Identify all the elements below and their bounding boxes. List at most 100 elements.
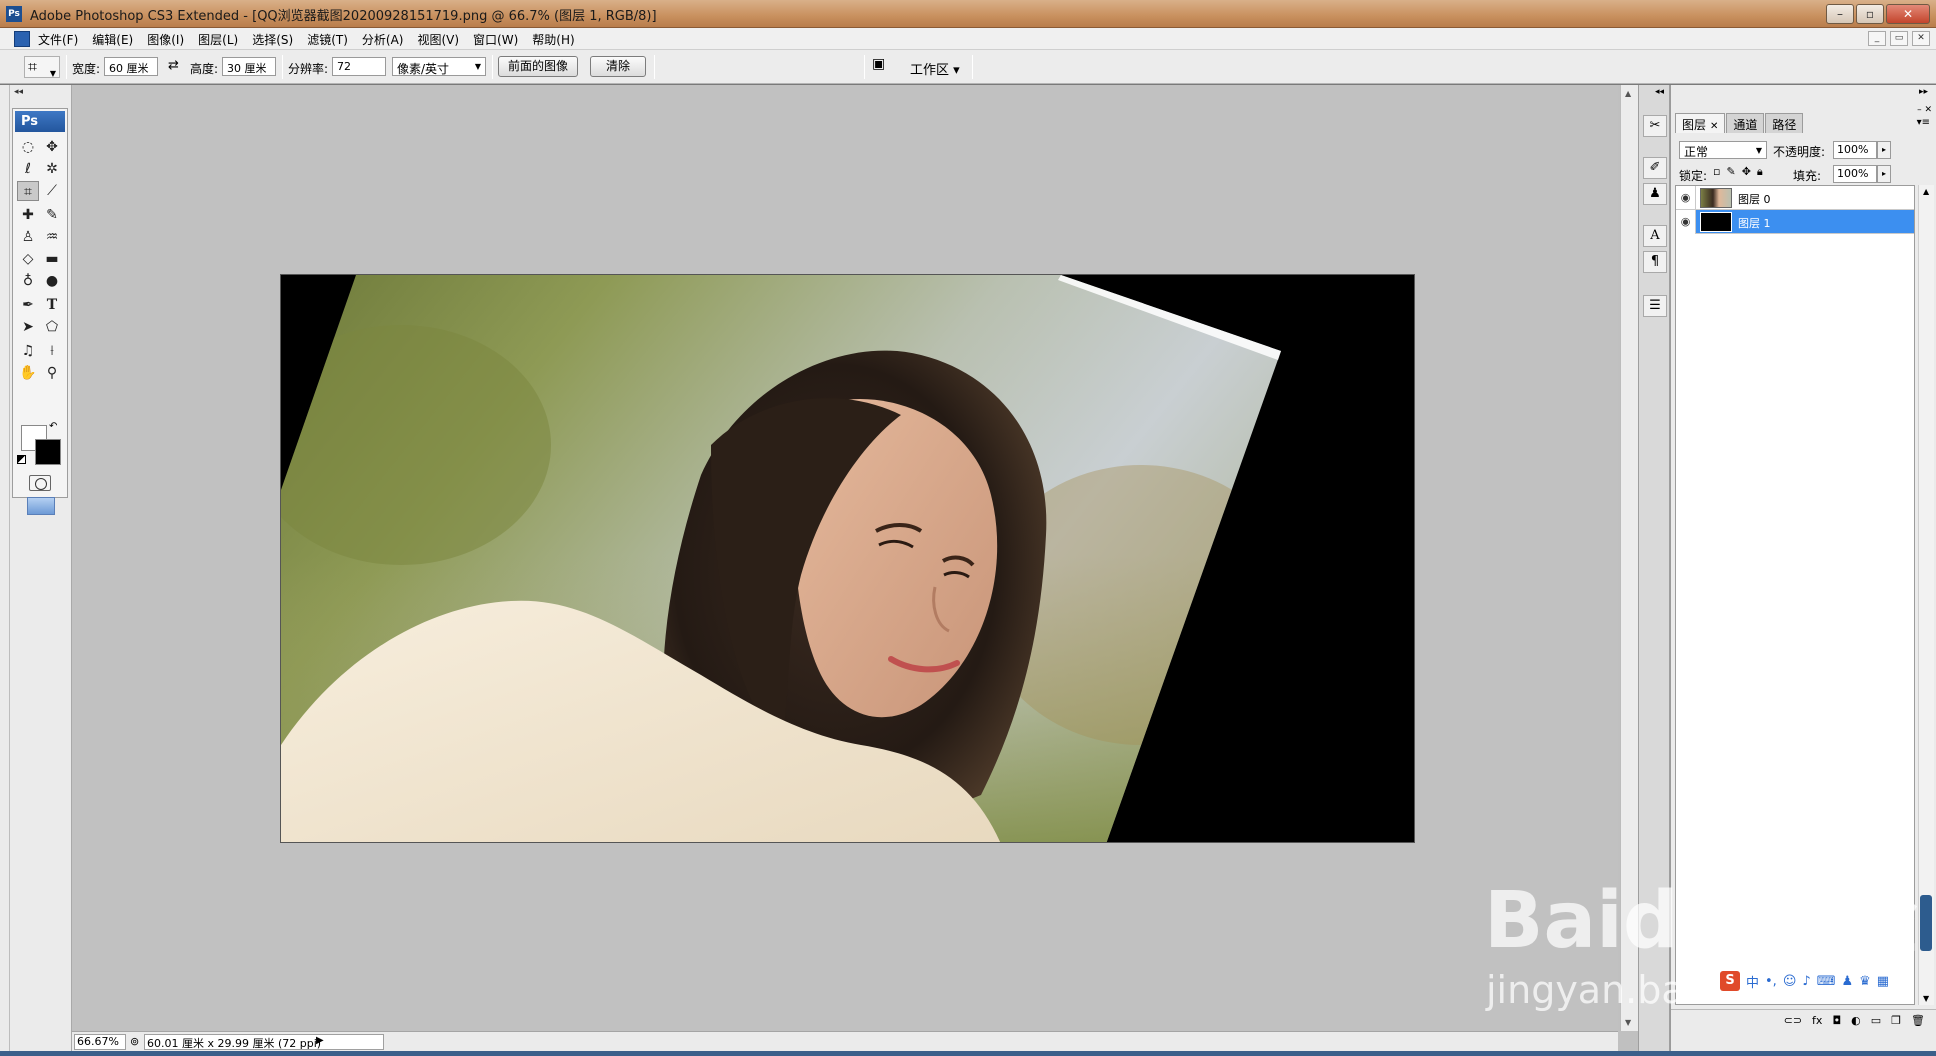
clone-source-icon[interactable]: ♟ — [1643, 183, 1667, 205]
toolbox-icon[interactable]: ▦ — [1877, 974, 1889, 989]
document-icon[interactable] — [14, 31, 30, 47]
dodge-tool-icon[interactable]: ● — [41, 271, 63, 291]
lasso-tool-icon[interactable]: ℓ — [17, 159, 39, 179]
resolution-field[interactable]: 72 — [332, 57, 386, 76]
front-image-button[interactable]: 前面的图像 — [498, 56, 578, 77]
punctuation-icon[interactable]: •, — [1765, 974, 1777, 989]
layer-comps-icon[interactable]: ☰ — [1643, 295, 1667, 317]
collapse-panel-icon[interactable]: ▸▸ — [1919, 87, 1928, 97]
photoshop-logo[interactable]: Ps — [15, 111, 65, 132]
canvas-vertical-scrollbar[interactable]: ▲ ▼ — [1620, 85, 1638, 1031]
character-panel-icon[interactable]: A — [1643, 225, 1667, 247]
menu-window[interactable]: 窗口(W) — [473, 31, 518, 48]
document-canvas[interactable] — [280, 274, 1415, 843]
link-layers-icon[interactable]: ⊂⊃ — [1784, 1014, 1802, 1033]
close-button[interactable]: ✕ — [1886, 4, 1930, 24]
type-tool-icon[interactable]: T — [41, 295, 63, 315]
file-browser-icon[interactable]: ▣ — [872, 56, 894, 76]
doc-close-button[interactable]: ✕ — [1912, 31, 1930, 46]
menu-image[interactable]: 图像(I) — [147, 31, 184, 48]
slice-tool-icon[interactable]: ⟋ — [41, 181, 63, 201]
zoom-tool-icon[interactable]: ⚲ — [41, 363, 63, 383]
sogou-ime-icon[interactable]: S — [1720, 971, 1740, 991]
shape-tool-icon[interactable]: ⬠ — [41, 317, 63, 337]
tool-presets-icon[interactable]: ✂ — [1643, 115, 1667, 137]
doc-minimize-button[interactable]: _ — [1868, 31, 1886, 46]
magic-wand-tool-icon[interactable]: ✲ — [41, 159, 63, 179]
maximize-button[interactable]: ▫ — [1856, 4, 1884, 24]
workspace-menu[interactable]: 工作区 ▾ — [910, 59, 960, 78]
scrollbar-thumb[interactable] — [1920, 895, 1932, 951]
menu-analysis[interactable]: 分析(A) — [362, 31, 404, 48]
skin-icon[interactable]: ♛ — [1859, 974, 1871, 989]
marquee-tool-icon[interactable]: ◌ — [17, 137, 39, 157]
eye-icon[interactable]: ◉ — [1676, 210, 1696, 234]
healing-brush-tool-icon[interactable]: ✚ — [17, 205, 39, 225]
history-brush-tool-icon[interactable]: ♒ — [41, 227, 63, 247]
scroll-up-icon[interactable]: ▲ — [1625, 89, 1631, 98]
resolution-unit-select[interactable]: 像素/英寸 ▼ — [392, 57, 486, 76]
fill-slider-arrow-icon[interactable]: ▸ — [1877, 165, 1891, 183]
tab-layers[interactable]: 图层 ✕ — [1675, 113, 1726, 133]
brush-tool-icon[interactable]: ✎ — [41, 205, 63, 225]
menu-help[interactable]: 帮助(H) — [532, 31, 574, 48]
path-selection-tool-icon[interactable]: ➤ — [17, 317, 39, 337]
menu-file[interactable]: 文件(F) — [38, 31, 78, 48]
gradient-tool-icon[interactable]: ▬ — [41, 249, 63, 269]
new-layer-icon[interactable]: ❐ — [1891, 1014, 1901, 1033]
clone-stamp-tool-icon[interactable]: ♙ — [17, 227, 39, 247]
blur-tool-icon[interactable]: ♁ — [17, 271, 39, 291]
default-colors-icon[interactable] — [17, 455, 26, 464]
new-group-icon[interactable]: ▭ — [1871, 1014, 1881, 1033]
status-menu-arrow-icon[interactable]: ▶ — [316, 1035, 324, 1046]
layer-row[interactable]: ◉ 图层 0 — [1676, 186, 1914, 210]
background-color-swatch[interactable] — [35, 439, 61, 465]
crop-tool-icon[interactable]: ⌗ — [17, 181, 39, 201]
canvas-horizontal-scrollbar[interactable] — [334, 1036, 1614, 1048]
height-field[interactable]: 30 厘米 — [222, 57, 276, 76]
user-icon[interactable]: ♟ — [1841, 974, 1853, 989]
microphone-icon[interactable]: ♪ — [1802, 974, 1810, 989]
layer-mask-icon[interactable]: ◘ — [1832, 1014, 1841, 1033]
menu-layer[interactable]: 图层(L) — [198, 31, 238, 48]
ime-mode-label[interactable]: 中 — [1746, 972, 1759, 991]
quick-mask-icon[interactable] — [29, 475, 51, 491]
notes-tool-icon[interactable]: ♫ — [17, 341, 39, 361]
panel-menu-icon[interactable]: ▾≡ — [1917, 117, 1930, 128]
document-info-icon[interactable]: ⊚ — [130, 1035, 139, 1048]
tab-channels[interactable]: 通道 — [1726, 113, 1765, 133]
scroll-down-icon[interactable]: ▼ — [1625, 1018, 1631, 1027]
width-field[interactable]: 60 厘米 — [104, 57, 158, 76]
expand-dock-icon[interactable]: ◂◂ — [1655, 87, 1664, 97]
move-tool-icon[interactable]: ✥ — [41, 137, 63, 157]
menu-edit[interactable]: 编辑(E) — [92, 31, 133, 48]
minimize-button[interactable]: – — [1826, 4, 1854, 24]
adjustment-layer-icon[interactable]: ◐ — [1851, 1014, 1861, 1033]
opacity-field[interactable]: 100% — [1833, 141, 1877, 159]
crop-tool-preset-picker[interactable]: ⌗ ▼ — [24, 56, 60, 78]
menu-view[interactable]: 视图(V) — [417, 31, 459, 48]
fill-field[interactable]: 100% — [1833, 165, 1877, 183]
lock-transparent-icon[interactable]: ▫ — [1713, 165, 1720, 179]
close-tab-icon[interactable]: ✕ — [1710, 121, 1718, 132]
tab-paths[interactable]: 路径 — [1765, 113, 1804, 133]
menu-filter[interactable]: 滤镜(T) — [307, 31, 348, 48]
blend-mode-select[interactable]: 正常 ▼ — [1679, 141, 1767, 159]
panel-window-controls[interactable]: – ✕ — [1917, 105, 1932, 115]
eye-icon[interactable]: ◉ — [1676, 186, 1696, 210]
layer-row[interactable]: ◉ 图层 1 — [1676, 210, 1914, 234]
menu-select[interactable]: 选择(S) — [252, 31, 293, 48]
eyedropper-tool-icon[interactable]: ⟊ — [41, 341, 63, 361]
hand-tool-icon[interactable]: ✋ — [17, 363, 39, 383]
zoom-level-field[interactable]: 66.67% — [74, 1034, 126, 1050]
layer-style-icon[interactable]: fx — [1812, 1014, 1822, 1033]
clear-button[interactable]: 清除 — [590, 56, 646, 77]
doc-restore-button[interactable]: ▭ — [1890, 31, 1908, 46]
lock-image-icon[interactable]: ✎ — [1726, 165, 1735, 179]
lock-position-icon[interactable]: ✥ — [1742, 165, 1751, 179]
scroll-down-icon[interactable]: ▼ — [1923, 994, 1929, 1003]
collapse-toolbox-icon[interactable]: ◂◂ — [14, 87, 23, 97]
delete-layer-icon[interactable]: 🗑︎ — [1911, 1014, 1925, 1033]
layers-scrollbar[interactable]: ▲ ▼ — [1918, 185, 1934, 1005]
lock-all-icon[interactable]: 🔒︎ — [1757, 165, 1763, 179]
